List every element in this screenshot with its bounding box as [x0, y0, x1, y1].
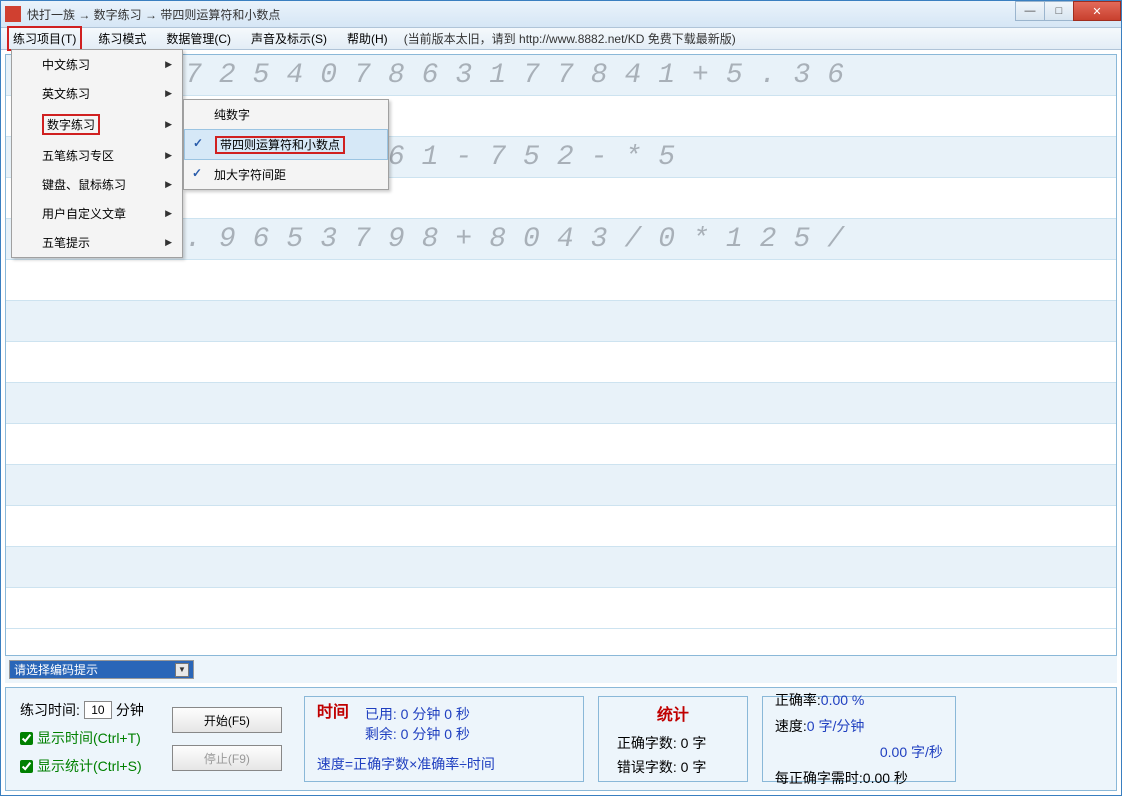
app-window: 快打一族 → 数字练习 → 带四则运算符和小数点 — □ ✕ 练习项目(T) 练…	[0, 0, 1122, 796]
check-icon: ✓	[193, 136, 203, 150]
menu-practice-mode[interactable]: 练习模式	[94, 28, 150, 49]
dropdown-item-number[interactable]: 数字练习▶	[12, 108, 182, 141]
per-char-line: 每正确字需时:0.00 秒	[775, 767, 943, 789]
show-stats-checkbox[interactable]: 显示统计(Ctrl+S)	[20, 756, 144, 776]
close-button[interactable]: ✕	[1073, 1, 1121, 21]
practice-line	[6, 465, 1116, 506]
dropdown-menu: 中文练习▶ 英文练习▶ 数字练习▶ 五笔练习专区▶ 键盘、鼠标练习▶ 用户自定义…	[11, 49, 183, 258]
chevron-right-icon: ▶	[165, 208, 172, 219]
menu-practice-items[interactable]: 练习项目(T)	[7, 26, 82, 51]
chevron-down-icon[interactable]: ▼	[175, 663, 189, 677]
time-panel: 时间 已用: 0 分钟 0 秒 剩余: 0 分钟 0 秒 速度=正确字数×准确率…	[304, 696, 584, 782]
dropdown-item-wubi[interactable]: 五笔练习专区▶	[12, 141, 182, 170]
practice-time-label: 练习时间:	[20, 700, 80, 720]
menu-data-mgmt[interactable]: 数据管理(C)	[162, 28, 235, 49]
stats-panel: 统计 正确字数: 0 字 错误字数: 0 字	[598, 696, 748, 782]
time-used: 已用: 0 分钟 0 秒	[365, 704, 470, 724]
bottom-panel: 练习时间: 分钟 显示时间(Ctrl+T) 显示统计(Ctrl+S) 开始(F5…	[5, 687, 1117, 791]
menu-sound[interactable]: 声音及标示(S)	[247, 28, 331, 49]
dropdown-item-english[interactable]: 英文练习▶	[12, 79, 182, 108]
dropdown-item-wubi-hint[interactable]: 五笔提示▶	[12, 228, 182, 257]
input-line[interactable]	[6, 588, 1116, 629]
practice-line	[6, 547, 1116, 588]
menubar: 练习项目(T) 练习模式 数据管理(C) 声音及标示(S) 帮助(H) (当前版…	[1, 28, 1121, 50]
input-line[interactable]	[6, 260, 1116, 301]
start-button[interactable]: 开始(F5)	[172, 707, 282, 733]
menu-help[interactable]: 帮助(H)	[343, 28, 392, 49]
chevron-right-icon: ▶	[165, 179, 172, 190]
stop-button: 停止(F9)	[172, 745, 282, 771]
practice-line	[6, 301, 1116, 342]
chevron-right-icon: ▶	[165, 237, 172, 248]
correct-chars: 正确字数: 0 字	[611, 733, 735, 753]
time-left: 剩余: 0 分钟 0 秒	[365, 724, 470, 744]
window-title: 快打一族 → 数字练习 → 带四则运算符和小数点	[27, 6, 280, 23]
practice-line	[6, 383, 1116, 424]
dropdown-item-keyboard[interactable]: 键盘、鼠标练习▶	[12, 170, 182, 199]
minimize-button[interactable]: —	[1015, 1, 1045, 21]
speed-line-2: 0.00 字/秒	[775, 741, 943, 763]
practice-time-input[interactable]	[84, 701, 112, 719]
chevron-right-icon: ▶	[165, 119, 172, 130]
chevron-right-icon: ▶	[165, 88, 172, 99]
speed-formula: 速度=正确字数×准确率÷时间	[317, 754, 571, 774]
time-title: 时间	[317, 704, 349, 744]
submenu-item-arithmetic[interactable]: ✓带四则运算符和小数点	[184, 129, 388, 160]
titlebar[interactable]: 快打一族 → 数字练习 → 带四则运算符和小数点 — □ ✕	[1, 1, 1121, 28]
settings-panel: 练习时间: 分钟 显示时间(Ctrl+T) 显示统计(Ctrl+S)	[14, 696, 150, 782]
time-unit: 分钟	[116, 700, 144, 720]
submenu-item-pure-number[interactable]: 纯数字	[184, 100, 388, 129]
show-time-checkbox[interactable]: 显示时间(Ctrl+T)	[20, 728, 144, 748]
check-icon: ✓	[192, 166, 202, 180]
input-line[interactable]	[6, 506, 1116, 547]
stats-title: 统计	[611, 701, 735, 725]
encoding-select-row: 请选择编码提示 ▼	[5, 656, 1117, 683]
chevron-right-icon: ▶	[165, 59, 172, 70]
submenu-item-wide-spacing[interactable]: ✓加大字符间距	[184, 160, 388, 189]
speed-line-1: 速度:0 字/分钟	[775, 715, 943, 737]
input-line[interactable]	[6, 342, 1116, 383]
maximize-button[interactable]: □	[1044, 1, 1074, 21]
encoding-select[interactable]: 请选择编码提示 ▼	[9, 660, 194, 679]
chevron-right-icon: ▶	[165, 150, 172, 161]
rate-panel: 正确率:0.00 % 速度:0 字/分钟 0.00 字/秒 每正确字需时:0.0…	[762, 696, 956, 782]
submenu: 纯数字 ✓带四则运算符和小数点 ✓加大字符间距	[183, 99, 389, 190]
version-note: (当前版本太旧，请到 http://www.8882.net/KD 免费下载最新…	[404, 30, 736, 47]
accuracy-line: 正确率:0.00 %	[775, 689, 943, 711]
control-buttons: 开始(F5) 停止(F9)	[164, 696, 290, 782]
app-icon	[5, 6, 21, 22]
dropdown-item-chinese[interactable]: 中文练习▶	[12, 50, 182, 79]
input-line[interactable]	[6, 424, 1116, 465]
wrong-chars: 错误字数: 0 字	[611, 757, 735, 777]
dropdown-item-custom[interactable]: 用户自定义文章▶	[12, 199, 182, 228]
